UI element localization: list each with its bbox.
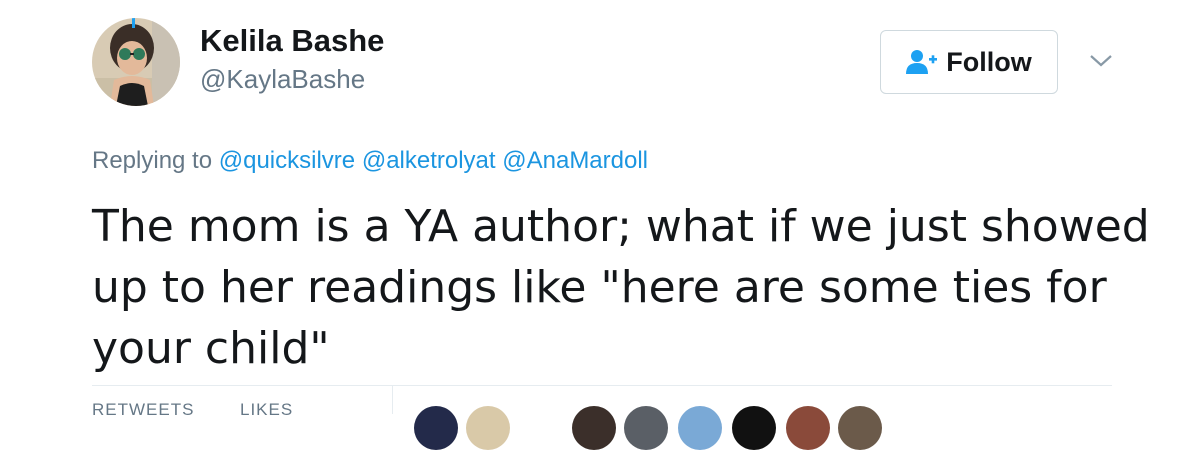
reply-context: Replying to @quicksilvre @alketrolyat @A…: [92, 145, 648, 177]
likes-label[interactable]: LIKES: [240, 400, 293, 420]
retweets-label[interactable]: RETWEETS: [92, 400, 194, 420]
reply-prefix: Replying to: [92, 147, 213, 174]
more-options-button[interactable]: [1088, 52, 1114, 70]
liker-avatar[interactable]: [786, 406, 830, 450]
mention-link[interactable]: @alketrolyat: [362, 147, 496, 174]
mention-link[interactable]: @quicksilvre: [219, 147, 355, 174]
liker-avatar[interactable]: [414, 406, 458, 450]
liker-avatar[interactable]: [466, 406, 510, 450]
liker-avatar[interactable]: [572, 406, 616, 450]
liker-avatar[interactable]: [838, 406, 882, 450]
follow-button[interactable]: Follow: [880, 30, 1058, 94]
display-name[interactable]: Kelila Bashe: [200, 22, 384, 60]
chevron-down-icon: [1090, 55, 1112, 67]
avatar-photo: [92, 18, 180, 106]
user-handle[interactable]: @KaylaBashe: [200, 62, 365, 96]
avatar[interactable]: [92, 18, 180, 106]
liker-avatar[interactable]: [624, 406, 668, 450]
liker-avatar[interactable]: [732, 406, 776, 450]
divider: [92, 385, 1112, 386]
tweet-text: The mom is a YA author; what if we just …: [92, 201, 1150, 374]
stats-separator: [392, 386, 393, 414]
add-user-icon: [906, 48, 938, 76]
follow-button-label: Follow: [946, 46, 1032, 77]
liker-avatar[interactable]: [678, 406, 722, 450]
mention-link[interactable]: @AnaMardoll: [502, 147, 648, 174]
